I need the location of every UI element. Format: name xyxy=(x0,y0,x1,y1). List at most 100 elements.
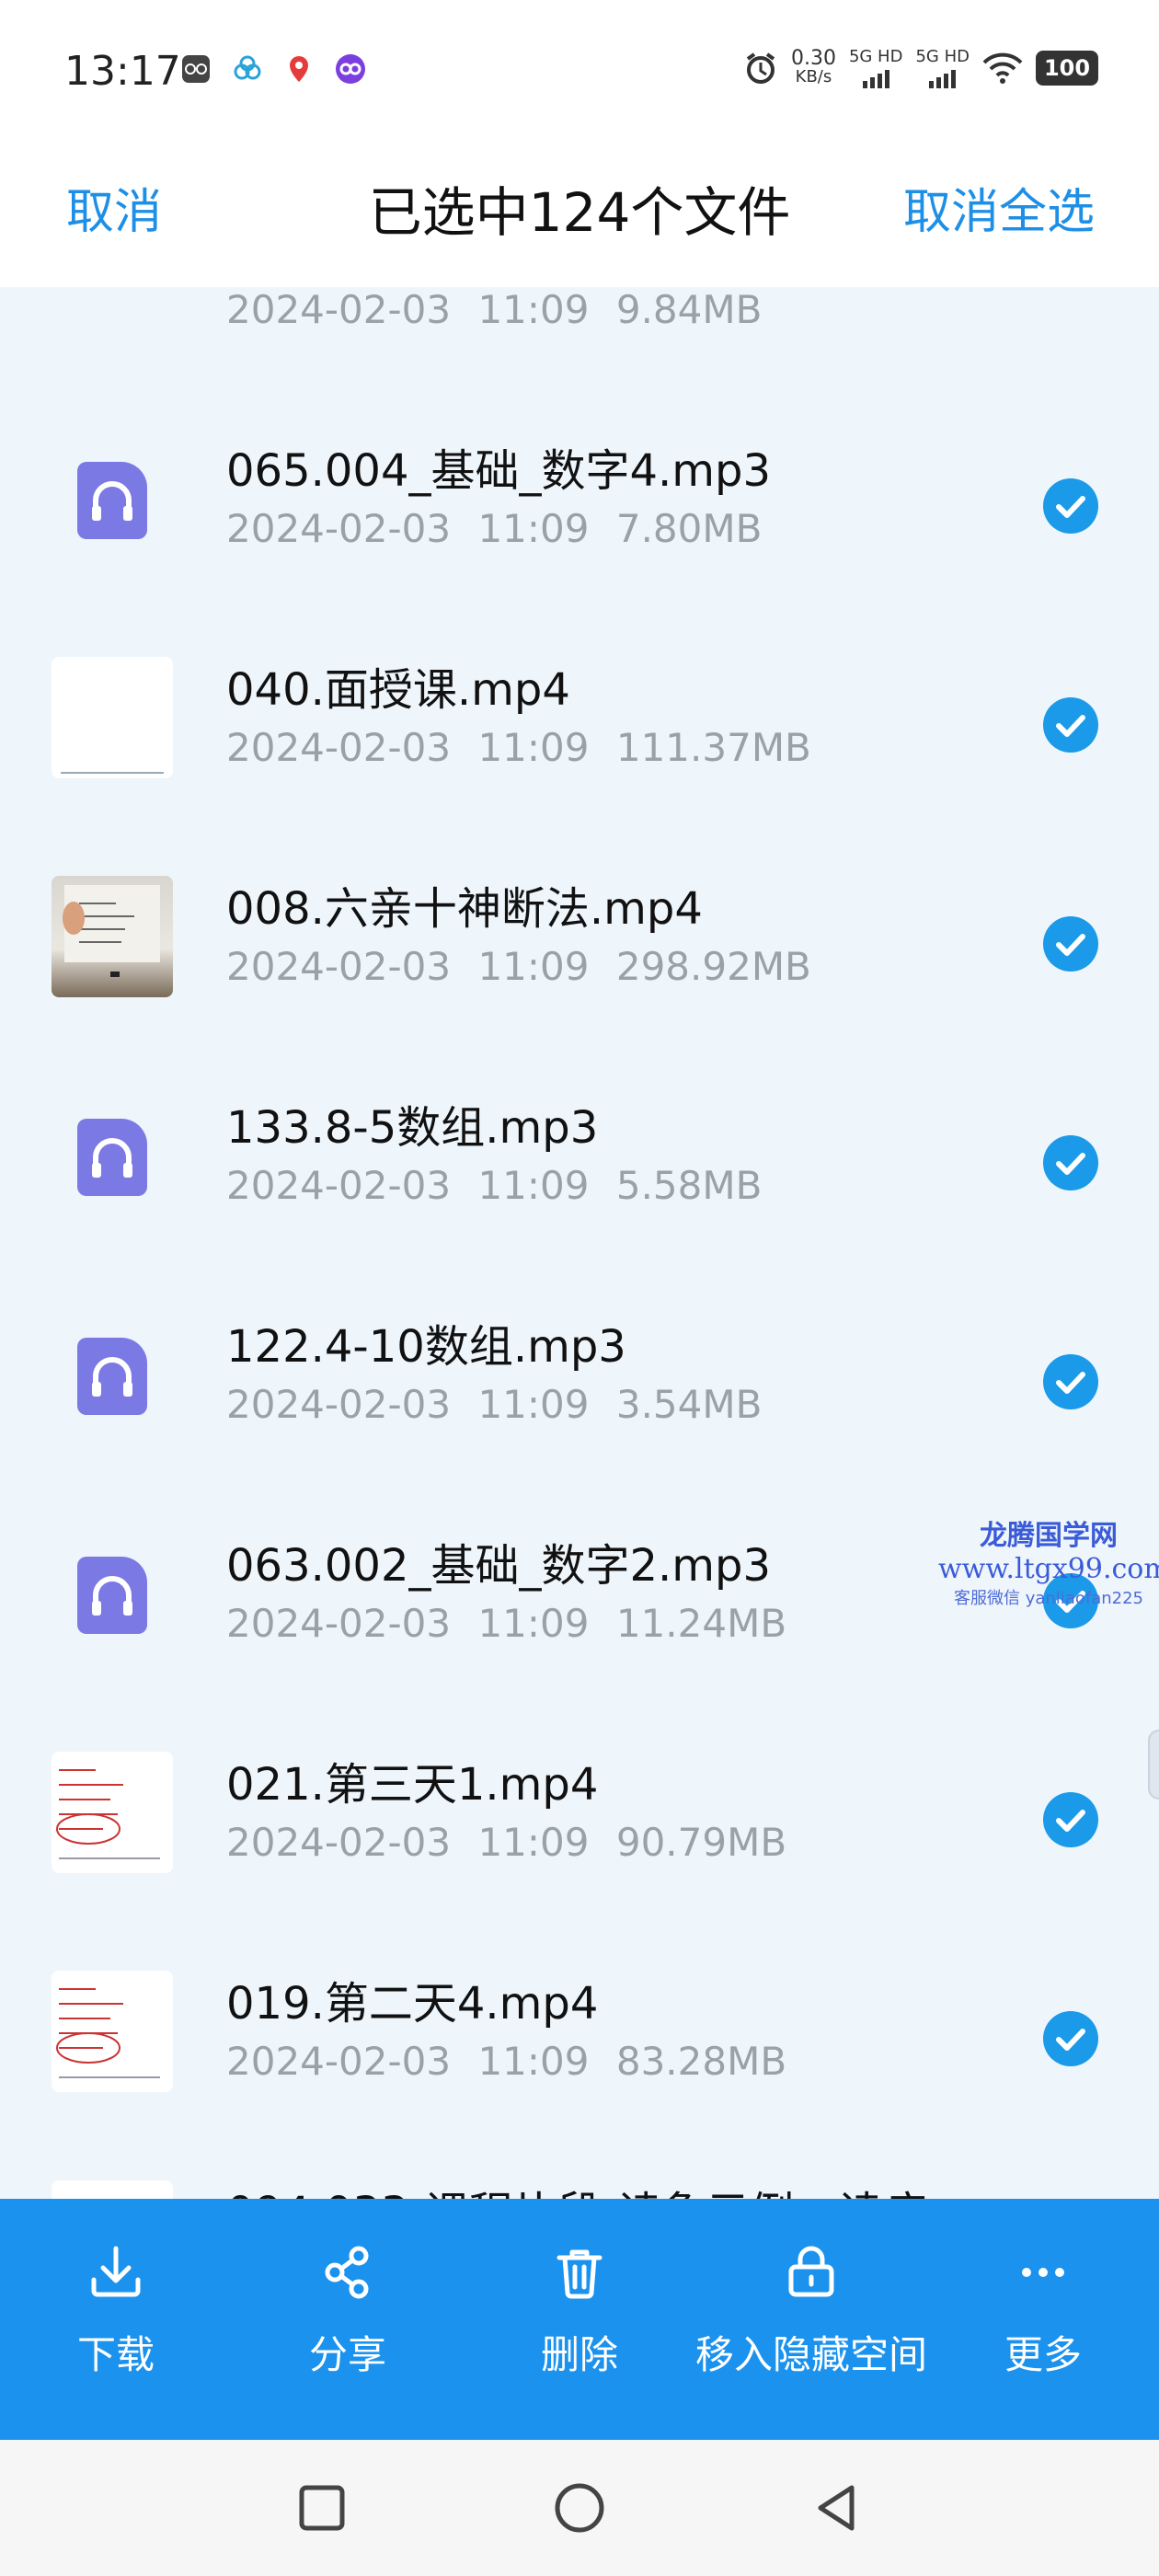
checkmark-icon xyxy=(1056,715,1085,737)
battery-icon: 100 xyxy=(1036,51,1098,86)
home-button[interactable] xyxy=(552,2480,607,2536)
share-button[interactable]: 分享 xyxy=(232,2199,464,2440)
selected-checkbox[interactable] xyxy=(1043,1135,1098,1190)
checkmark-icon xyxy=(1056,934,1085,956)
move-to-hidden-space-label: 移入隐藏空间 xyxy=(695,2332,928,2377)
file-time: 11:09 xyxy=(477,1163,590,1208)
network-speed-unit: KB/s xyxy=(795,67,832,86)
file-date: 2024-02-03 xyxy=(226,506,452,551)
file-name: 040.面授课.mp4 xyxy=(226,664,570,716)
video-thumbnail xyxy=(52,2180,173,2199)
more-button[interactable]: 更多 xyxy=(927,2199,1159,2440)
headphones-icon xyxy=(92,1357,132,1397)
signal-bars-icon xyxy=(862,66,889,88)
file-name: 063.002_基础_数字2.mp3 xyxy=(226,1540,772,1592)
file-date: 2024-02-03 xyxy=(226,1382,452,1427)
share-label: 分享 xyxy=(308,2332,386,2377)
file-date: 2024-02-03 xyxy=(226,725,452,770)
watermark-line2: www.ltgx99.com xyxy=(938,1553,1159,1585)
side-edge-handle[interactable] xyxy=(1148,1730,1159,1800)
more-icon xyxy=(1022,2268,1064,2277)
delete-button[interactable]: 删除 xyxy=(464,2199,695,2440)
file-meta: 2024-02-03 11:09 111.37MB xyxy=(226,725,811,770)
sim2-signal: 5G HD xyxy=(915,48,970,88)
list-item[interactable]: 133.8-5数组.mp3 2024-02-03 11:09 5.58MB xyxy=(0,1036,1159,1255)
file-date: 2024-02-03 xyxy=(226,2039,452,2084)
download-label: 下载 xyxy=(76,2332,155,2377)
sim1-signal: 5G HD xyxy=(848,47,903,88)
selected-checkbox[interactable] xyxy=(1043,1354,1098,1409)
selected-checkbox[interactable] xyxy=(1043,1792,1098,1847)
file-time: 11:09 xyxy=(477,506,590,551)
checkmark-icon xyxy=(1056,496,1085,518)
file-time: 11:09 xyxy=(477,2039,590,2084)
selected-checkbox[interactable] xyxy=(1043,2011,1098,2066)
list-item[interactable]: 021.第三天1.mp4 2024-02-03 11:09 90.79MB xyxy=(0,1693,1159,1912)
file-size: 83.28MB xyxy=(615,2039,787,2084)
file-name: 019.第二天4.mp4 xyxy=(226,1978,599,2030)
back-button[interactable] xyxy=(809,2480,865,2536)
share-icon xyxy=(325,2246,369,2299)
file-date: 2024-02-03 xyxy=(226,1601,452,1646)
checkmark-icon xyxy=(1056,1153,1085,1175)
app-notification-icon xyxy=(182,55,210,83)
file-date: 2024-02-03 xyxy=(226,287,452,332)
more-label: 更多 xyxy=(1004,2332,1082,2377)
checkmark-icon xyxy=(1056,1372,1085,1394)
audio-file-icon xyxy=(52,1095,173,1216)
bottom-action-bar: 下载 分享 删除 移入隐藏空间 更多 xyxy=(0,2199,1159,2440)
list-item[interactable]: 094.033-课程片段-读象示例，读疾 xyxy=(0,2122,1159,2199)
list-item[interactable]: 019.第二天4.mp4 2024-02-03 11:09 83.28MB xyxy=(0,1912,1159,2131)
list-item[interactable]: 008.六亲十神断法.mp4 2024-02-03 11:09 298.92MB xyxy=(0,817,1159,1036)
list-item[interactable]: 122.4-10数组.mp3 2024-02-03 11:09 3.54MB xyxy=(0,1255,1159,1474)
file-list[interactable]: 2024-02-03 11:09 9.84MB 065.004_基础_数字4.m… xyxy=(0,287,1159,2199)
checkmark-icon xyxy=(1056,1810,1085,1832)
status-bar: 13:17 0.30 KB/s 5G HD 5G HD 100 xyxy=(0,0,1159,147)
move-to-hidden-space-button[interactable]: 移入隐藏空间 xyxy=(695,2199,927,2440)
download-icon xyxy=(91,2246,141,2297)
audio-file-icon xyxy=(52,438,173,559)
selected-checkbox[interactable] xyxy=(1043,478,1098,534)
headphones-icon xyxy=(92,481,132,521)
delete-label: 删除 xyxy=(540,2332,618,2377)
video-thumbnail xyxy=(52,876,173,997)
file-size: 3.54MB xyxy=(615,1382,763,1427)
sim1-label: 5G HD xyxy=(848,47,903,66)
file-meta: 2024-02-03 11:09 3.54MB xyxy=(226,1382,762,1427)
file-date: 2024-02-03 xyxy=(226,944,452,989)
list-item[interactable]: 065.004_基础_数字4.mp3 2024-02-03 11:09 7.80M… xyxy=(0,379,1159,598)
file-meta: 2024-02-03 11:09 7.80MB xyxy=(226,506,762,551)
lock-icon xyxy=(788,2246,834,2297)
file-time: 11:09 xyxy=(477,1601,590,1646)
file-time: 11:09 xyxy=(477,287,590,332)
file-meta: 2024-02-03 11:09 5.58MB xyxy=(226,1163,762,1208)
wifi-icon xyxy=(982,52,1023,84)
download-button[interactable]: 下载 xyxy=(0,2199,232,2440)
file-date: 2024-02-03 xyxy=(226,1163,452,1208)
file-name: 133.8-5数组.mp3 xyxy=(226,1102,599,1154)
system-nav-bar xyxy=(0,2440,1159,2576)
file-size: 9.84MB xyxy=(615,287,763,332)
map-pin-icon xyxy=(290,56,308,82)
deselect-all-button[interactable]: 取消全选 xyxy=(903,173,1095,242)
notification-icons xyxy=(180,53,366,85)
network-speed: 0.30 KB/s xyxy=(791,49,836,86)
file-time: 11:09 xyxy=(477,725,590,770)
video-thumbnail xyxy=(52,1752,173,1873)
list-item[interactable]: 040.面授课.mp4 2024-02-03 11:09 111.37MB xyxy=(0,598,1159,817)
file-name: 065.004_基础_数字4.mp3 xyxy=(226,445,772,497)
link-app-icon xyxy=(336,54,365,84)
list-item[interactable]: 2024-02-03 11:09 9.84MB xyxy=(0,287,1159,379)
file-size: 5.58MB xyxy=(615,1163,763,1208)
trash-icon xyxy=(557,2249,602,2299)
selected-checkbox[interactable] xyxy=(1043,697,1098,753)
file-name: 094.033-课程片段-读象示例，读疾 xyxy=(226,2177,926,2199)
file-size: 90.79MB xyxy=(615,1820,787,1865)
recents-button[interactable] xyxy=(296,2482,348,2534)
file-meta: 2024-02-03 11:09 83.28MB xyxy=(226,2039,786,2084)
watermark-line3: 客服微信 yanliaofan225 xyxy=(954,1589,1143,1608)
file-meta: 2024-02-03 11:09 9.84MB xyxy=(226,287,762,332)
audio-file-icon xyxy=(52,1533,173,1654)
selected-checkbox[interactable] xyxy=(1043,916,1098,972)
file-time: 11:09 xyxy=(477,1382,590,1427)
